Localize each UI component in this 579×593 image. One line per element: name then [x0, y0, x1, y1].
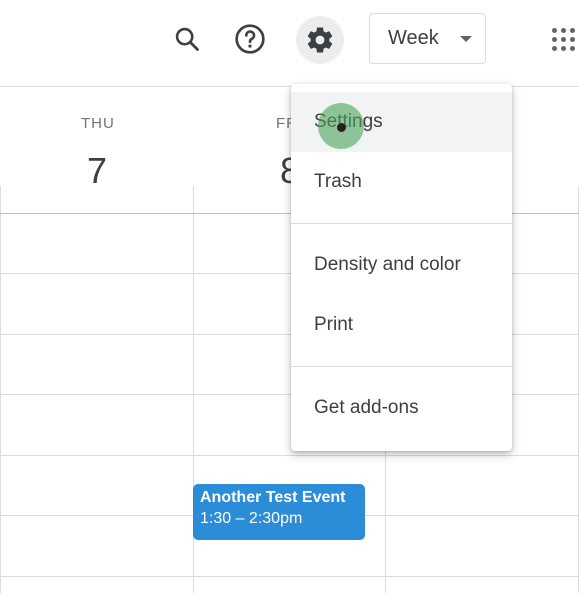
menu-divider [291, 223, 512, 224]
gear-icon [307, 27, 333, 53]
hour-line [0, 576, 579, 577]
view-selector-label: Week [388, 27, 439, 49]
event-time: 1:30 – 2:30pm [200, 510, 303, 527]
menu-item-label: Get add-ons [314, 397, 419, 418]
mouse-cursor [337, 123, 346, 132]
menu-item-print[interactable]: Print [291, 295, 512, 355]
help-icon [235, 24, 265, 54]
day-name: THU [81, 115, 115, 132]
day-number[interactable]: 7 [87, 150, 107, 192]
search-button[interactable] [165, 17, 209, 61]
event-title: Another Test Event [200, 489, 346, 506]
hour-line [0, 455, 579, 456]
menu-item-label: Trash [314, 171, 362, 192]
top-bar: Week [0, 0, 579, 86]
menu-item-label: Print [314, 314, 354, 335]
menu-item-trash[interactable]: Trash [291, 152, 512, 212]
menu-divider [291, 366, 512, 367]
menu-item-get-add-ons[interactable]: Get add-ons [291, 378, 512, 438]
chevron-down-icon [460, 36, 472, 42]
menu-item-density-and-color[interactable]: Density and color [291, 235, 512, 295]
settings-button[interactable] [296, 16, 344, 64]
calendar-event[interactable]: Another Test Event 1:30 – 2:30pm [193, 484, 365, 540]
search-icon [175, 27, 199, 51]
menu-item-label: Density and color [314, 254, 461, 275]
apps-grid-icon[interactable] [544, 20, 579, 56]
column-divider [0, 186, 1, 593]
view-selector[interactable]: Week [369, 13, 486, 64]
help-button[interactable] [228, 17, 272, 61]
